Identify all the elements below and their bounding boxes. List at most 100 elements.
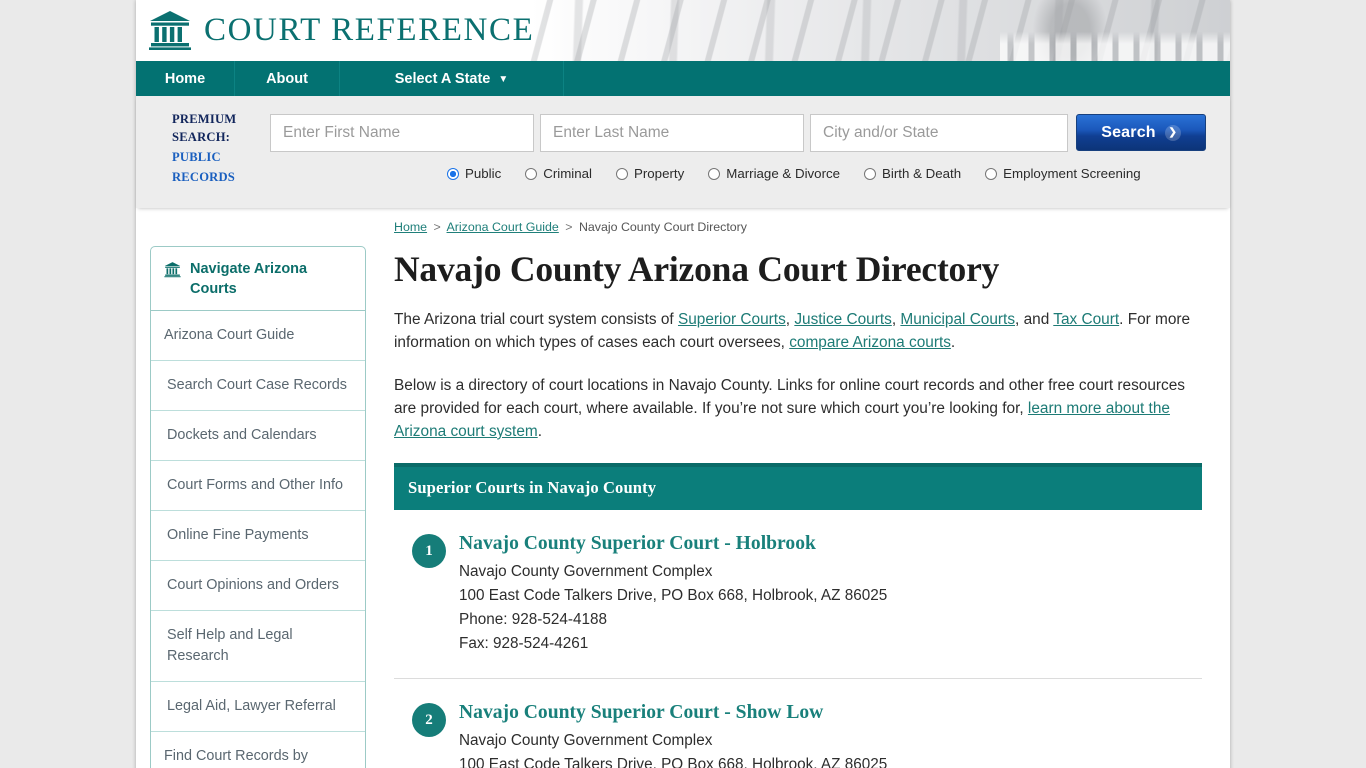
- radio-employment-screening-label: Employment Screening: [1003, 166, 1141, 181]
- breadcrumb-separator: >: [565, 220, 573, 234]
- sidebar-item-label: Court Opinions and Orders: [167, 577, 339, 593]
- court-entry-phone: Phone: 928-524-4188: [459, 611, 607, 628]
- premium-search-label: PREMIUM SEARCH: PUBLIC RECORDS: [172, 110, 282, 186]
- premium-label-line2: SEARCH:: [172, 130, 231, 144]
- sidebar-navigation-box: Navigate Arizona Courts Arizona Court Gu…: [150, 246, 366, 768]
- main-navigation: Home About Select A State ▼: [136, 61, 1230, 96]
- page-content: Navigate Arizona Courts Arizona Court Gu…: [136, 208, 1230, 768]
- sidebar-item-label: Dockets and Calendars: [167, 427, 317, 443]
- sidebar-item-online-fine-payments[interactable]: Online Fine Payments: [151, 511, 365, 561]
- breadcrumb-link-home[interactable]: Home: [394, 220, 427, 234]
- courthouse-icon: [149, 11, 191, 50]
- search-button[interactable]: Search ❯: [1076, 114, 1206, 151]
- para1-text-f: .: [950, 334, 956, 351]
- court-entry-fax: Fax: 928-524-4261: [459, 635, 589, 652]
- site-title: COURT REFERENCE: [204, 11, 535, 48]
- sidebar-item-label: Self Help and Legal Research: [167, 627, 293, 664]
- court-entry-number: 1: [412, 534, 446, 568]
- premium-label-line3: PUBLIC: [172, 150, 221, 164]
- radio-marriage-divorce-icon: [708, 167, 721, 180]
- para1-text-a: The Arizona trial court system consists …: [394, 311, 678, 328]
- page-title: Navajo County Arizona Court Directory: [394, 249, 1000, 289]
- page-root: COURT REFERENCE Home About Select A Stat…: [0, 0, 1366, 768]
- link-municipal-courts[interactable]: Municipal Courts: [900, 311, 1015, 328]
- radio-option-marriage-divorce[interactable]: Marriage & Divorce: [708, 166, 840, 181]
- court-entry: 2 Navajo County Superior Court - Show Lo…: [394, 679, 1202, 768]
- sidebar-item-self-help-and-legal-research[interactable]: Self Help and Legal Research: [151, 611, 365, 682]
- radio-property-icon: [615, 167, 628, 180]
- sidebar-column: Navigate Arizona Courts Arizona Court Gu…: [150, 208, 366, 768]
- premium-search-bar: PREMIUM SEARCH: PUBLIC RECORDS Search ❯ …: [136, 96, 1230, 208]
- sidebar-header: Navigate Arizona Courts: [151, 247, 365, 311]
- link-tax-court[interactable]: Tax Court: [1053, 311, 1119, 328]
- link-superior-courts[interactable]: Superior Courts: [678, 311, 786, 328]
- chevron-right-icon: ❯: [1164, 124, 1181, 141]
- court-entry-name-link[interactable]: Navajo County Superior Court - Show Low: [459, 701, 887, 725]
- radio-employment-screening-icon: [985, 167, 998, 180]
- city-state-input[interactable]: [810, 114, 1068, 152]
- premium-label-line1: PREMIUM: [172, 112, 237, 126]
- section-header-superior-courts: Superior Courts in Navajo County: [394, 463, 1202, 510]
- radio-criminal-icon: [525, 167, 538, 180]
- court-entry-details: Navajo County Superior Court - Holbrook …: [459, 532, 887, 656]
- court-entry-address: 100 East Code Talkers Drive, PO Box 668,…: [459, 587, 888, 604]
- court-entry-name-link[interactable]: Navajo County Superior Court - Holbrook: [459, 532, 887, 556]
- breadcrumb-current: Navajo County Court Directory: [578, 220, 747, 234]
- masthead-column-photo: [530, 0, 1230, 61]
- sidebar-item-find-court-records-by[interactable]: Find Court Records by: [151, 732, 365, 768]
- search-button-label: Search: [1101, 123, 1156, 141]
- sidebar-item-arizona-court-guide[interactable]: Arizona Court Guide: [151, 311, 365, 361]
- sidebar-header-title: Navigate Arizona Courts: [190, 261, 308, 297]
- breadcrumb: Home > Arizona Court Guide > Navajo Coun…: [394, 220, 1202, 234]
- last-name-input[interactable]: [540, 114, 804, 152]
- para2-text-b: .: [537, 423, 542, 440]
- breadcrumb-separator: >: [433, 220, 441, 234]
- site-logo-link[interactable]: COURT REFERENCE: [148, 9, 534, 51]
- radio-public-label: Public: [465, 166, 502, 181]
- court-entry-building: Navajo County Government Complex: [459, 563, 713, 580]
- para1-text-d: , and: [1015, 311, 1054, 328]
- sidebar-item-court-forms-and-other-info[interactable]: Court Forms and Other Info: [151, 461, 365, 511]
- sidebar-item-legal-aid-lawyer-referral[interactable]: Legal Aid, Lawyer Referral: [151, 682, 365, 732]
- nav-item-home-label: Home: [164, 70, 206, 87]
- nav-item-select-a-state[interactable]: Select A State ▼: [340, 61, 564, 96]
- sidebar-item-label: Legal Aid, Lawyer Referral: [167, 698, 336, 714]
- section-header-title: Superior Courts in Navajo County: [408, 478, 657, 497]
- sidebar-item-label: Find Court Records by: [164, 748, 308, 764]
- court-entry: 1 Navajo County Superior Court - Holbroo…: [394, 510, 1202, 679]
- site-masthead: COURT REFERENCE: [136, 0, 1230, 61]
- radio-option-birth-death[interactable]: Birth & Death: [864, 166, 961, 181]
- radio-birth-death-label: Birth & Death: [882, 166, 962, 181]
- court-entry-address: 100 East Code Talkers Drive, PO Box 668,…: [459, 756, 888, 768]
- nav-item-about[interactable]: About: [235, 61, 340, 96]
- court-entry-details: Navajo County Superior Court - Show Low …: [459, 701, 887, 768]
- link-compare-arizona-courts[interactable]: compare Arizona courts: [789, 334, 951, 351]
- radio-marriage-divorce-label: Marriage & Divorce: [726, 166, 841, 181]
- nav-item-home[interactable]: Home: [136, 61, 235, 96]
- sidebar-item-label: Search Court Case Records: [167, 377, 347, 393]
- sidebar-item-court-opinions-and-orders[interactable]: Court Opinions and Orders: [151, 561, 365, 611]
- sidebar-item-label: Court Forms and Other Info: [167, 477, 343, 493]
- radio-criminal-label: Criminal: [543, 166, 592, 181]
- link-justice-courts[interactable]: Justice Courts: [794, 311, 892, 328]
- site-container: COURT REFERENCE Home About Select A Stat…: [136, 0, 1230, 768]
- sidebar-item-label: Online Fine Payments: [167, 527, 309, 543]
- main-column: Home > Arizona Court Guide > Navajo Coun…: [366, 208, 1216, 768]
- radio-option-criminal[interactable]: Criminal: [525, 166, 592, 181]
- court-entry-building: Navajo County Government Complex: [459, 732, 713, 749]
- breadcrumb-link-arizona-court-guide[interactable]: Arizona Court Guide: [447, 220, 559, 234]
- sidebar-item-dockets-and-calendars[interactable]: Dockets and Calendars: [151, 411, 365, 461]
- radio-option-property[interactable]: Property: [615, 166, 684, 181]
- first-name-input[interactable]: [270, 114, 534, 152]
- radio-option-employment-screening[interactable]: Employment Screening: [985, 166, 1141, 181]
- court-listing: 1 Navajo County Superior Court - Holbroo…: [394, 510, 1202, 768]
- nav-item-select-a-state-label: Select A State: [394, 70, 491, 87]
- courthouse-icon: [164, 262, 181, 278]
- intro-paragraph-2: Below is a directory of court locations …: [394, 374, 1202, 443]
- radio-option-public[interactable]: Public: [447, 166, 501, 181]
- radio-public-icon: [447, 167, 459, 180]
- sidebar-item-search-court-case-records[interactable]: Search Court Case Records: [151, 361, 365, 411]
- court-entry-number: 2: [412, 703, 446, 737]
- chevron-down-icon: ▼: [498, 74, 509, 85]
- premium-search-fields: Search ❯: [270, 114, 1206, 152]
